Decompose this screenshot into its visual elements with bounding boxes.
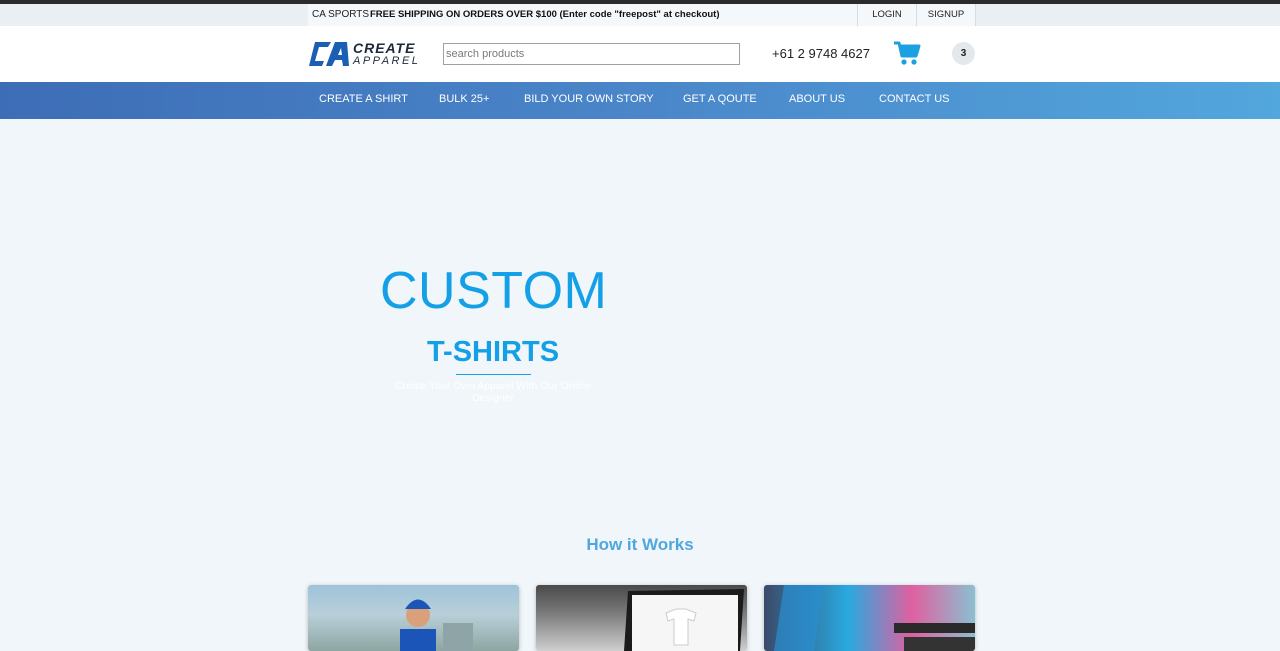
sports-action-image (774, 585, 975, 651)
brand-label: CA SPORTS (312, 9, 370, 20)
nav-item-create-a-shirt[interactable]: CREATE A SHIRT (319, 93, 408, 105)
logo-text-create: CREATE (353, 40, 416, 56)
how-it-works-card-2[interactable] (536, 585, 747, 651)
shopping-cart-icon[interactable] (893, 40, 921, 66)
signup-link[interactable]: SIGNUP (916, 4, 976, 26)
login-link[interactable]: LOGIN (857, 4, 916, 26)
top-bar: CA SPORTS FREE SHIPPING ON ORDERS OVER $… (0, 4, 1280, 26)
person-photo-image (400, 599, 473, 651)
hero-divider (456, 374, 531, 375)
top-bar-inner: CA SPORTS FREE SHIPPING ON ORDERS OVER $… (308, 4, 976, 26)
logo[interactable]: CREATE APPAREL (309, 40, 418, 70)
logo-text-apparel: APPAREL (353, 55, 421, 67)
phone-number: +61 2 9748 4627 (772, 46, 870, 61)
tablet-designer-image (624, 589, 744, 651)
nav-item-contact-us[interactable]: CONTACT US (879, 93, 950, 105)
header: CREATE APPAREL +61 2 9748 4627 3 (0, 26, 1280, 82)
hero-tagline: Create Your Own Apparel With Our Online … (394, 380, 592, 404)
how-it-works-heading: How it Works (586, 535, 694, 554)
search-input[interactable] (443, 43, 740, 65)
logo-mark-icon (309, 42, 349, 66)
nav-item-about-us[interactable]: ABOUT US (789, 93, 845, 105)
nav-item-get-a-quote[interactable]: GET A QOUTE (683, 93, 757, 105)
promo-text: FREE SHIPPING ON ORDERS OVER $100 (Enter… (370, 9, 720, 20)
cart-count-badge[interactable]: 3 (952, 42, 975, 65)
how-it-works-card-1[interactable] (308, 585, 519, 651)
hero-title: CUSTOM (380, 262, 608, 320)
hero-subtitle: T-SHIRTS (426, 336, 560, 368)
nav-item-build-your-own-story[interactable]: BILD YOUR OWN STORY (524, 93, 654, 105)
nav-item-bulk[interactable]: BULK 25+ (439, 93, 489, 105)
how-it-works-card-3[interactable] (764, 585, 975, 651)
main-nav: CREATE A SHIRT BULK 25+ BILD YOUR OWN ST… (0, 82, 1280, 119)
